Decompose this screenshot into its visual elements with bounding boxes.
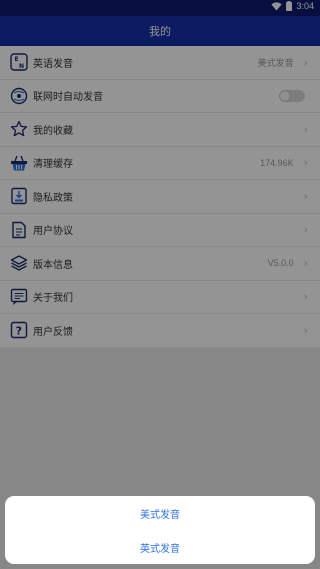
option-american-pronunciation[interactable]: 美式发音 — [5, 496, 315, 530]
modal-overlay[interactable] — [0, 0, 320, 569]
option-british-pronunciation[interactable]: 英式发音 — [5, 530, 315, 564]
pronunciation-sheet: 美式发音 英式发音 — [5, 496, 315, 564]
